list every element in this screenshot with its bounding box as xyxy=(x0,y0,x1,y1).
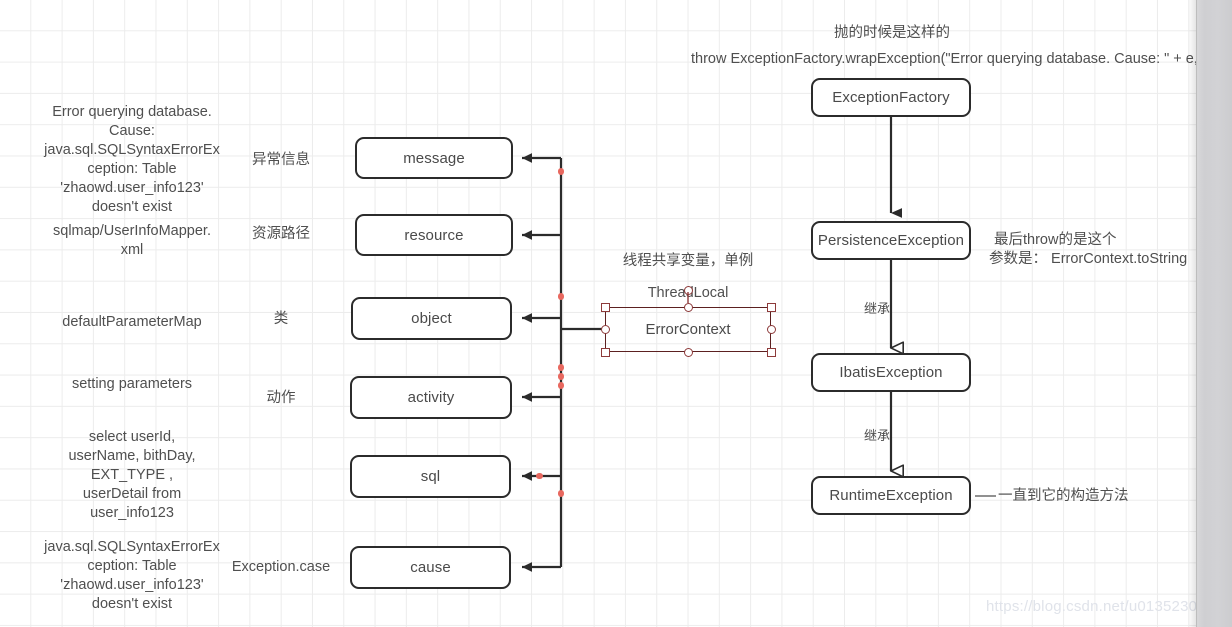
kind-label-message: 异常信息 xyxy=(252,152,310,168)
node-ibatis-exception[interactable]: IbatisException xyxy=(811,353,971,392)
node-label: object xyxy=(411,310,452,327)
node-sql[interactable]: sql xyxy=(350,455,511,498)
route-dot xyxy=(536,472,543,479)
throw-note-code: throw ExceptionFactory.wrapException("Er… xyxy=(691,51,1219,67)
selection-handle-middle-right[interactable] xyxy=(766,325,776,334)
threadlocal-anchor-handle[interactable] xyxy=(683,286,693,295)
node-label: resource xyxy=(404,226,464,244)
node-cause[interactable]: cause xyxy=(350,546,511,589)
value-text-resource: sqlmap/UserInfoMapper. xml xyxy=(53,223,211,258)
selection-handle-top-right[interactable] xyxy=(766,302,776,312)
node-label: RuntimeException xyxy=(829,487,953,504)
node-label: sql xyxy=(420,468,441,485)
final-throw-note-line1: 最后throw的是这个 xyxy=(994,232,1117,248)
value-text-object: defaultParameterMap xyxy=(62,314,202,330)
node-label: IbatisException xyxy=(839,364,943,381)
node-message[interactable]: message xyxy=(355,137,513,179)
node-label: message xyxy=(403,149,465,167)
node-error-context[interactable]: ErrorContext xyxy=(605,307,771,352)
node-label: ErrorContext xyxy=(645,321,731,338)
value-text-cause: java.sql.SQLSyntaxErrorEx ception: Table… xyxy=(44,539,220,612)
diagram-canvas[interactable]: Error querying database. Cause: java.sql… xyxy=(0,0,1232,627)
selection-handle-middle-left[interactable] xyxy=(600,325,610,334)
node-exception-factory[interactable]: ExceptionFactory xyxy=(811,78,971,117)
selection-handle-bottom-center[interactable] xyxy=(683,347,693,357)
edge-label-inheritance-1: 继承 xyxy=(864,301,891,316)
node-label: ExceptionFactory xyxy=(832,89,950,106)
value-text-sql: select userId, userName, bithDay, EXT_TY… xyxy=(68,429,196,521)
selection-handle-bottom-right[interactable] xyxy=(766,347,776,357)
threadlocal-note: 线程共享变量，单例 xyxy=(622,253,754,269)
node-resource[interactable]: resource xyxy=(355,214,513,256)
selection-handle-top-center[interactable] xyxy=(683,302,693,312)
kind-label-activity: 动作 xyxy=(266,390,296,406)
node-activity[interactable]: activity xyxy=(350,376,512,419)
route-dot xyxy=(557,490,564,497)
kind-label-resource: 资源路径 xyxy=(252,226,310,242)
route-dot xyxy=(557,168,564,175)
route-dot xyxy=(557,364,564,371)
panel-shadow xyxy=(1188,0,1196,627)
runtime-exception-note: 一直到它的构造方法 xyxy=(998,488,1129,504)
node-label: cause xyxy=(410,559,451,576)
node-runtime-exception[interactable]: RuntimeException xyxy=(811,476,971,515)
throw-note-title: 抛的时候是这样的 xyxy=(834,25,950,41)
node-label: PersistenceException xyxy=(817,232,965,249)
route-dot xyxy=(557,373,564,380)
selection-handle-top-left[interactable] xyxy=(600,302,610,312)
node-label: activity xyxy=(407,389,455,406)
watermark: https://blog.csdn.net/u013523089 xyxy=(986,598,1215,615)
kind-label-object: 类 xyxy=(273,311,289,327)
node-persistence-exception[interactable]: PersistenceException xyxy=(811,221,971,260)
right-side-panel xyxy=(1196,0,1232,627)
route-dot xyxy=(557,293,564,300)
edge-label-inheritance-2: 继承 xyxy=(864,428,891,443)
final-throw-note-line2: 参数是： ErrorContext.toString xyxy=(989,251,1188,267)
value-text-message: Error querying database. Cause: java.sql… xyxy=(44,104,220,215)
route-dot xyxy=(557,382,564,389)
node-object[interactable]: object xyxy=(351,297,512,340)
value-text-activity: setting parameters xyxy=(71,376,193,392)
kind-label-cause: Exception.case xyxy=(231,559,331,575)
selection-handle-bottom-left[interactable] xyxy=(600,347,610,357)
